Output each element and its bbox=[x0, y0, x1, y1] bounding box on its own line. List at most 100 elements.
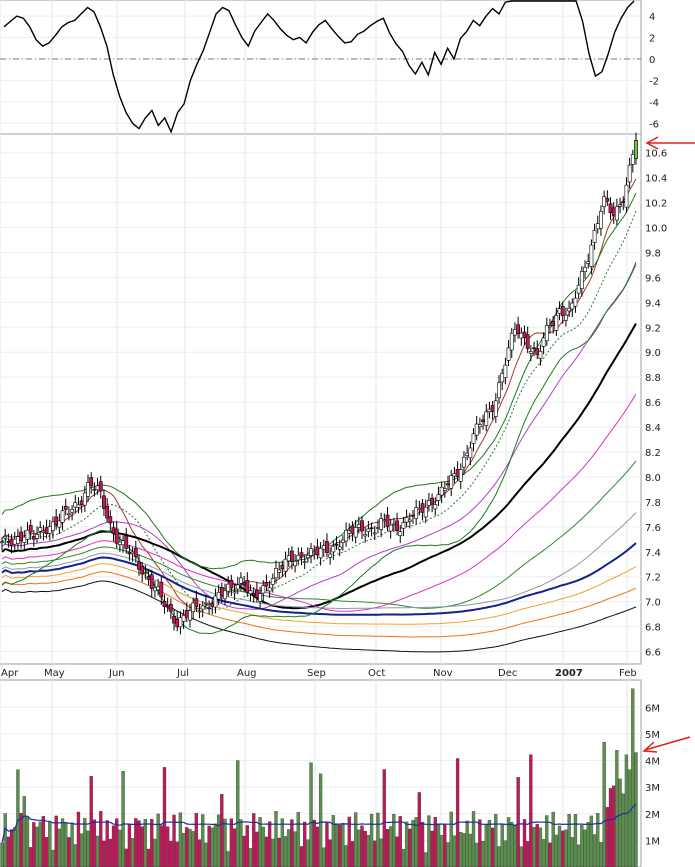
volume-bar bbox=[497, 846, 501, 867]
volume-bar bbox=[602, 741, 606, 867]
volume-bar bbox=[287, 829, 291, 867]
volume-bar bbox=[92, 819, 97, 867]
price-tick-label: 8.4 bbox=[645, 423, 661, 434]
volume-bar bbox=[401, 848, 406, 867]
volume-bar bbox=[197, 839, 202, 867]
volume-bar bbox=[124, 848, 128, 867]
volume-bar bbox=[417, 792, 422, 867]
volume-bar bbox=[522, 819, 527, 867]
volume-bar bbox=[102, 840, 106, 867]
volume-bar bbox=[500, 823, 504, 867]
volume-bar bbox=[516, 777, 520, 867]
volume-bar bbox=[22, 796, 26, 867]
volume-bar bbox=[245, 825, 249, 867]
volume-bar bbox=[185, 827, 189, 867]
volume-bar bbox=[328, 839, 332, 867]
volume-bar bbox=[16, 769, 20, 867]
volume-bar bbox=[220, 793, 224, 867]
price-tick-label: 9.6 bbox=[645, 273, 661, 284]
volume-bar bbox=[169, 840, 173, 867]
volume-bar bbox=[111, 825, 116, 867]
volume-bar bbox=[143, 819, 148, 867]
volume-bar bbox=[363, 830, 367, 867]
volume-bar bbox=[140, 826, 144, 867]
volume-bar bbox=[465, 820, 469, 867]
volume-bar bbox=[306, 839, 310, 867]
month-label: Feb bbox=[619, 668, 637, 679]
volume-bar bbox=[481, 841, 485, 867]
volume-bar bbox=[115, 818, 119, 867]
volume-bar bbox=[344, 845, 348, 867]
volume-bar bbox=[89, 776, 93, 867]
volume-bar bbox=[118, 829, 122, 867]
volume-bar bbox=[455, 758, 460, 867]
volume-bar bbox=[612, 785, 616, 867]
price-tick-label: 7.2 bbox=[645, 573, 661, 584]
price-tick-label: 8.2 bbox=[645, 448, 661, 459]
volume-bar bbox=[334, 823, 339, 867]
volume-bar bbox=[322, 847, 326, 867]
volume-bar bbox=[627, 769, 632, 867]
osc-tick-label: -2 bbox=[649, 76, 659, 87]
volume-bar bbox=[408, 828, 412, 867]
volume-bar bbox=[159, 825, 163, 867]
volume-bar bbox=[229, 818, 234, 867]
volume-bar bbox=[178, 812, 183, 867]
volume-bar bbox=[538, 827, 543, 867]
volume-bar bbox=[232, 828, 237, 867]
osc-tick-label: -6 bbox=[649, 119, 659, 130]
volume-bar bbox=[213, 823, 218, 867]
volume-bar bbox=[252, 813, 256, 867]
volume-bar bbox=[389, 826, 393, 867]
volume-bar bbox=[271, 838, 275, 867]
volume-bar bbox=[615, 750, 619, 867]
volume-bar bbox=[478, 819, 482, 867]
volume-bar bbox=[99, 811, 103, 867]
osc-tick-label: 4 bbox=[649, 12, 655, 23]
volume-bar bbox=[503, 840, 508, 867]
volume-bar bbox=[137, 820, 141, 867]
volume-bar bbox=[290, 819, 294, 867]
volume-bar bbox=[404, 821, 409, 867]
volume-bar bbox=[201, 814, 205, 867]
volume-bar bbox=[624, 754, 629, 867]
volume-bar bbox=[150, 818, 154, 867]
volume-bar bbox=[6, 836, 11, 867]
month-label: Sep bbox=[307, 668, 326, 679]
volume-bar bbox=[239, 819, 243, 867]
volume-bar bbox=[376, 812, 380, 867]
volume-bar bbox=[634, 752, 638, 867]
volume-bar bbox=[631, 688, 635, 867]
volume-bar bbox=[267, 821, 272, 867]
volume-bar bbox=[475, 842, 479, 867]
price-tick-label: 8.0 bbox=[645, 473, 661, 484]
volume-bar bbox=[226, 851, 230, 867]
month-label: Oct bbox=[368, 668, 385, 679]
volume-bar bbox=[411, 820, 415, 867]
volume-bar bbox=[608, 788, 613, 867]
volume-bar bbox=[545, 815, 549, 867]
volume-bar bbox=[204, 842, 208, 867]
volume-bar bbox=[25, 816, 30, 867]
volume-bar bbox=[618, 778, 622, 867]
volume-bar bbox=[283, 836, 288, 867]
volume-bar bbox=[385, 829, 390, 867]
volume-bar bbox=[436, 823, 441, 867]
volume-bar bbox=[41, 816, 46, 867]
volume-bar bbox=[605, 807, 609, 867]
volume-bar bbox=[446, 842, 450, 867]
volume-bar bbox=[395, 836, 399, 867]
volume-bar bbox=[175, 841, 179, 867]
volume-bar bbox=[596, 812, 600, 867]
volume-bar bbox=[95, 835, 100, 867]
stock-chart: 4 2 0 -2 -4 -6 10.6 10.4 10.2 10.0 9.8 9.6 9.4 9.2 9.… bbox=[0, 0, 695, 867]
volume-bar bbox=[60, 818, 65, 867]
price-tick-label: 7.8 bbox=[645, 498, 661, 509]
volume-bar bbox=[427, 815, 431, 867]
volume-bar bbox=[398, 816, 402, 867]
volume-bar bbox=[73, 844, 77, 867]
volume-bar bbox=[621, 793, 625, 867]
price-panel bbox=[0, 133, 642, 665]
month-label: May bbox=[44, 668, 65, 679]
volume-bar bbox=[382, 769, 386, 867]
